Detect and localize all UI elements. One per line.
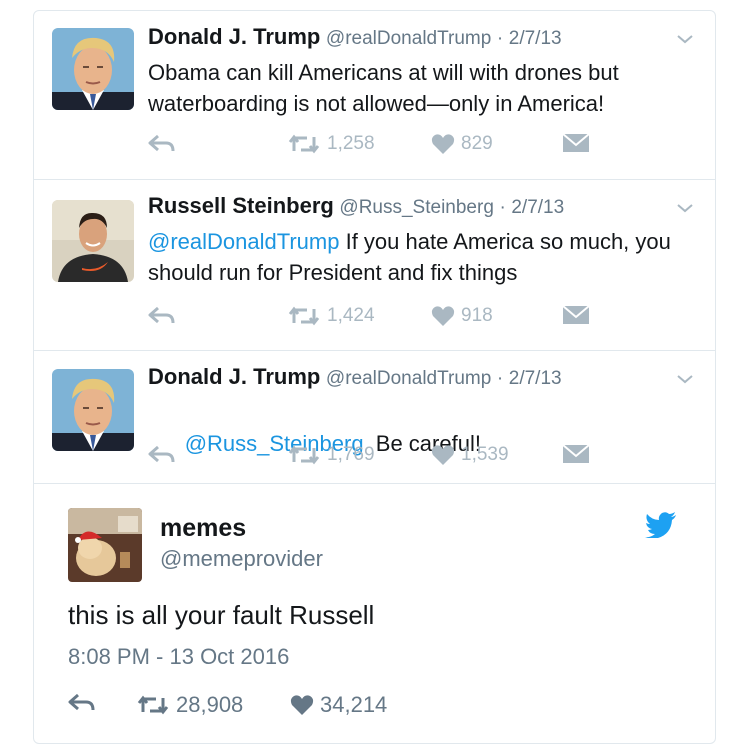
like-button[interactable]: 829 — [431, 133, 493, 155]
retweet-icon — [288, 306, 320, 326]
like-count: 1,539 — [461, 444, 509, 465]
meme-tweet[interactable]: memes @memeprovider this is all your fau… — [34, 483, 715, 745]
retweet-button[interactable]: 1,424 — [287, 305, 375, 327]
tweet-date[interactable]: 2/7/13 — [511, 197, 564, 218]
heart-icon — [431, 134, 455, 154]
tweet-actions: 28,908 34,214 — [68, 692, 695, 722]
user-handle[interactable]: @realDonaldTrump — [326, 28, 491, 49]
avatar-trump[interactable] — [52, 369, 134, 451]
retweet-icon — [137, 695, 169, 715]
envelope-icon — [562, 133, 590, 152]
reply-icon — [148, 134, 175, 152]
tweet-actions: 1,258 829 — [148, 133, 695, 163]
separator: · — [499, 197, 506, 218]
reply-button[interactable] — [148, 133, 176, 155]
retweet-icon — [288, 134, 320, 154]
like-button[interactable]: 34,214 — [290, 692, 387, 718]
chevron-down-icon[interactable] — [675, 198, 695, 218]
tweet-thread-card: Donald J. Trump @realDonaldTrump · 2/7/1… — [33, 10, 716, 744]
tweet-1[interactable]: Donald J. Trump @realDonaldTrump · 2/7/1… — [34, 11, 715, 179]
message-button[interactable] — [562, 305, 590, 325]
retweet-button[interactable]: 1,258 — [287, 133, 375, 155]
separator: · — [496, 368, 504, 389]
like-button[interactable]: 1,539 — [431, 444, 509, 466]
user-handle[interactable]: @realDonaldTrump — [326, 368, 491, 389]
reply-icon — [148, 445, 175, 463]
like-count: 829 — [461, 133, 493, 154]
reply-icon — [68, 693, 95, 711]
reply-button[interactable] — [148, 305, 176, 327]
mention-link[interactable]: @realDonaldTrump — [148, 229, 339, 254]
display-name[interactable]: Russell Steinberg — [148, 193, 334, 218]
chevron-down-icon[interactable] — [675, 29, 695, 49]
avatar-trump[interactable] — [52, 28, 134, 110]
separator: · — [496, 28, 504, 49]
retweet-count: 1,424 — [327, 305, 375, 326]
avatar-steinberg[interactable] — [52, 200, 134, 282]
like-count: 918 — [461, 305, 493, 326]
chevron-down-icon[interactable] — [675, 369, 695, 389]
tweet-header: Russell Steinberg @Russ_Steinberg · 2/7/… — [148, 193, 675, 219]
display-name[interactable]: Donald J. Trump — [148, 24, 320, 49]
retweet-count: 28,908 — [176, 692, 244, 717]
display-name[interactable]: Donald J. Trump — [148, 364, 320, 389]
tweet-2[interactable]: Russell Steinberg @Russ_Steinberg · 2/7/… — [34, 179, 715, 350]
envelope-icon — [562, 444, 590, 463]
reply-button[interactable] — [148, 444, 176, 466]
retweet-icon — [288, 445, 320, 465]
message-button[interactable] — [562, 133, 590, 153]
like-count: 34,214 — [320, 692, 388, 717]
tweet-date[interactable]: 2/7/13 — [509, 28, 562, 49]
tweet-actions: 1,769 1,539 — [148, 444, 695, 474]
tweet-text: Obama can kill Americans at will with dr… — [148, 57, 695, 119]
tweet-header: Donald J. Trump @realDonaldTrump · 2/7/1… — [148, 364, 675, 390]
retweet-count: 1,258 — [327, 133, 375, 154]
display-name[interactable]: memes — [160, 514, 246, 543]
tweet-3[interactable]: Donald J. Trump @realDonaldTrump · 2/7/1… — [34, 350, 715, 483]
retweet-button[interactable]: 28,908 — [136, 692, 243, 718]
reply-icon — [148, 306, 175, 324]
retweet-count: 1,769 — [327, 444, 375, 465]
twitter-bird-icon[interactable] — [645, 512, 677, 543]
tweet-timestamp[interactable]: 8:08 PM - 13 Oct 2016 — [68, 644, 289, 670]
tweet-text: @realDonaldTrump If you hate America so … — [148, 226, 695, 288]
user-handle[interactable]: @Russ_Steinberg — [339, 197, 493, 218]
tweet-header: Donald J. Trump @realDonaldTrump · 2/7/1… — [148, 24, 675, 50]
heart-icon — [290, 695, 314, 715]
tweet-date[interactable]: 2/7/13 — [509, 368, 562, 389]
avatar-memes[interactable] — [68, 508, 142, 582]
tweet-actions: 1,424 918 — [148, 305, 695, 335]
reply-button[interactable] — [68, 692, 96, 714]
tweet-text-content: Obama can kill Americans at will with dr… — [148, 60, 619, 116]
user-handle[interactable]: @memeprovider — [160, 546, 323, 572]
like-button[interactable]: 918 — [431, 305, 493, 327]
heart-icon — [431, 306, 455, 326]
tweet-text: this is all your fault Russell — [68, 600, 375, 630]
retweet-button[interactable]: 1,769 — [287, 444, 375, 466]
message-button[interactable] — [562, 444, 590, 464]
heart-icon — [431, 445, 455, 465]
envelope-icon — [562, 305, 590, 324]
